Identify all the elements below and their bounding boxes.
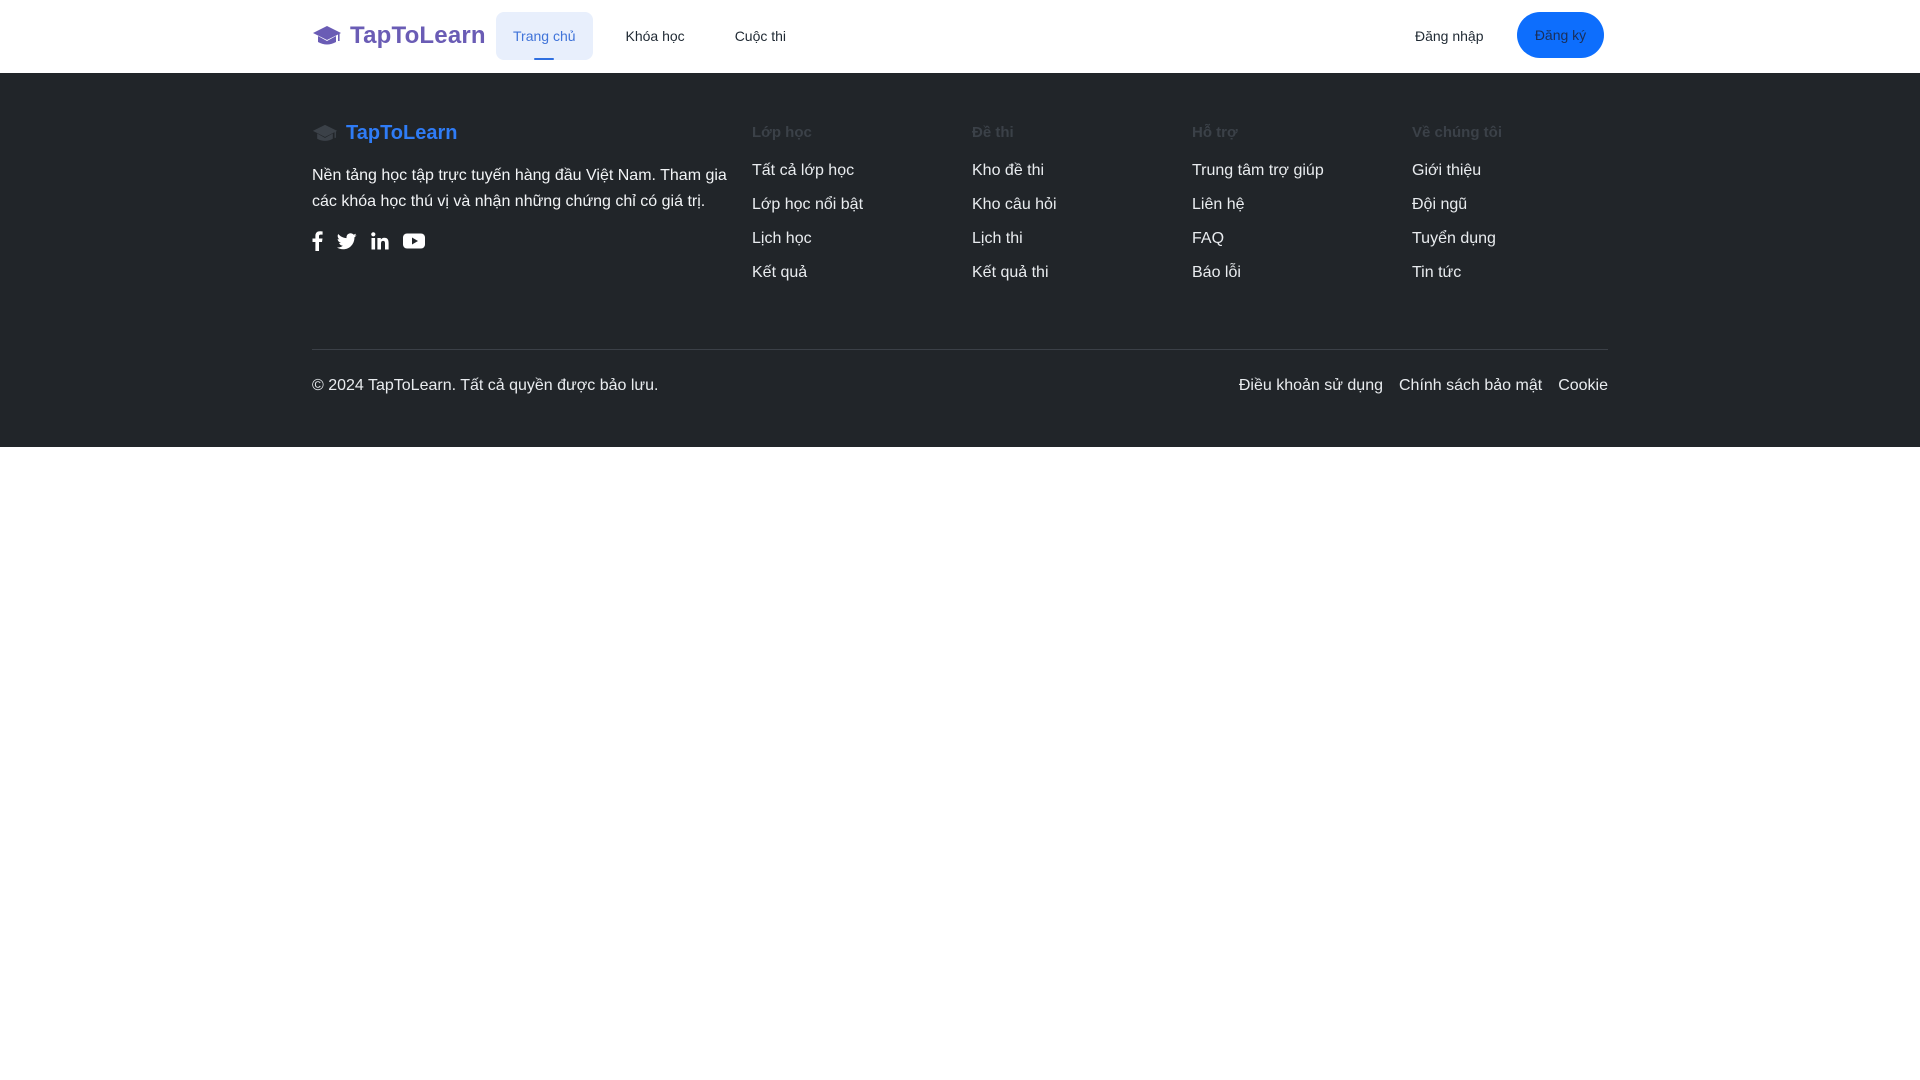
footer-link-list: Kho đề thi Kho câu hỏi Lịch thi Kết quả …: [972, 161, 1057, 282]
copyright-text: © 2024 TapToLearn. Tất cả quyền được bảo…: [312, 377, 659, 394]
nav-item-courses[interactable]: Khóa học: [609, 12, 702, 60]
cookie-link[interactable]: Cookie: [1558, 376, 1608, 396]
privacy-link[interactable]: Chính sách bảo mật: [1399, 376, 1542, 396]
footer-column-classes: Lớp học Tất cả lớp học Lớp học nổi bật L…: [752, 122, 863, 282]
footer-divider: [312, 349, 1608, 350]
footer-column-title: Hỗ trợ: [1192, 124, 1238, 141]
footer-link[interactable]: Báo lỗi: [1192, 263, 1324, 282]
footer-link[interactable]: Kho đề thi: [972, 161, 1057, 180]
footer-link[interactable]: Tin tức: [1412, 263, 1502, 282]
footer-link-list: Tất cả lớp học Lớp học nổi bật Lịch học …: [752, 161, 863, 282]
terms-link[interactable]: Điều khoản sử dụng: [1239, 376, 1383, 396]
nav-item-contests[interactable]: Cuộc thi: [718, 12, 803, 60]
footer-column-title: Đề thi: [972, 124, 1014, 141]
footer-link[interactable]: Kho câu hỏi: [972, 195, 1057, 214]
footer-column-exams: Đề thi Kho đề thi Kho câu hỏi Lịch thi K…: [972, 122, 1057, 282]
footer-link[interactable]: Lớp học nổi bật: [752, 195, 863, 214]
social-links: [312, 231, 425, 251]
footer-container: TapToLearn Nền tảng học tập trực tuyến h…: [312, 73, 1608, 447]
brand-logo-link[interactable]: TapToLearn: [312, 20, 486, 52]
footer-link[interactable]: Kết quả: [752, 263, 863, 282]
facebook-icon[interactable]: [312, 231, 323, 251]
footer-column-title: Lớp học: [752, 124, 812, 141]
legal-links: Điều khoản sử dụng Chính sách bảo mật Co…: [1239, 376, 1608, 396]
footer-description: Nền tảng học tập trực tuyến hàng đầu Việ…: [312, 167, 727, 210]
footer-link-list: Giới thiệu Đội ngũ Tuyển dụng Tin tức: [1412, 161, 1502, 282]
graduation-cap-icon: [312, 124, 338, 141]
footer-link[interactable]: FAQ: [1192, 229, 1324, 248]
nav-item-home[interactable]: Trang chủ: [496, 12, 593, 60]
header-container: TapToLearn Trang chủ Khóa học Cuộc thi Đ…: [312, 0, 1608, 73]
brand-name: TapToLearn: [350, 22, 486, 49]
footer-column-title: Về chúng tôi: [1412, 124, 1502, 141]
footer-link-list: Trung tâm trợ giúp Liên hệ FAQ Báo lỗi: [1192, 161, 1324, 282]
site-footer: TapToLearn Nền tảng học tập trực tuyến h…: [0, 73, 1920, 447]
twitter-icon[interactable]: [337, 231, 357, 251]
signup-button[interactable]: Đăng ký: [1517, 12, 1604, 58]
footer-brand: TapToLearn: [312, 122, 457, 145]
footer-column-about: Về chúng tôi Giới thiệu Đội ngũ Tuyển dụ…: [1412, 122, 1502, 282]
linkedin-icon[interactable]: [371, 231, 389, 251]
login-button[interactable]: Đăng nhập: [1391, 12, 1508, 60]
footer-link[interactable]: Trung tâm trợ giúp: [1192, 161, 1324, 180]
site-header: TapToLearn Trang chủ Khóa học Cuộc thi Đ…: [0, 0, 1920, 73]
graduation-cap-icon: [313, 26, 341, 45]
footer-link[interactable]: Giới thiệu: [1412, 161, 1502, 180]
footer-link[interactable]: Liên hệ: [1192, 195, 1324, 214]
footer-link[interactable]: Đội ngũ: [1412, 195, 1502, 214]
footer-column-support: Hỗ trợ Trung tâm trợ giúp Liên hệ FAQ Bá…: [1192, 122, 1324, 282]
footer-link[interactable]: Tuyển dụng: [1412, 229, 1502, 248]
main-nav: Trang chủ Khóa học Cuộc thi: [496, 12, 803, 60]
footer-link[interactable]: Tất cả lớp học: [752, 161, 863, 180]
youtube-icon[interactable]: [403, 231, 425, 251]
footer-brand-name: TapToLearn: [346, 122, 458, 144]
footer-link[interactable]: Kết quả thi: [972, 263, 1057, 282]
footer-link[interactable]: Lịch thi: [972, 229, 1057, 248]
footer-link[interactable]: Lịch học: [752, 229, 863, 248]
